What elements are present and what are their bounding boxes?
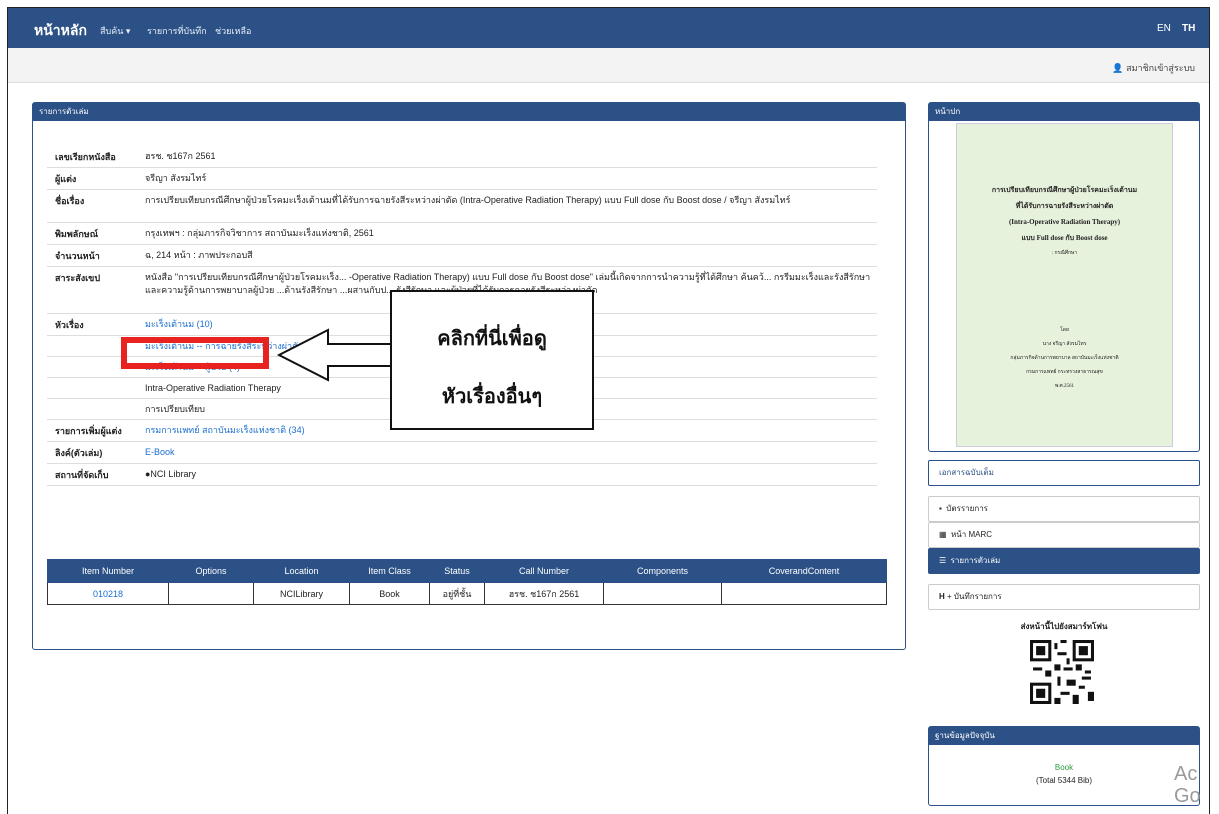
col-header: Item Number [47,559,169,583]
home-link[interactable]: หน้าหลัก [34,20,87,42]
field-label: ผู้แต่ง [55,174,77,184]
field-label: จำนวนหน้า [55,251,100,261]
button-label: บัตรรายการ [946,504,988,513]
cover-author: โดย นาง จรีญา สังรมไทร กลุ่มภารกิจด้านกา… [957,324,1172,394]
field-value: กรุงเทพฯ : กลุ่มภารกิจวิชาการ สถาบันมะเร… [145,228,374,238]
field-label: ชื่อเรื่อง [55,196,85,206]
marc-button[interactable]: ▦ หน้า MARC [928,522,1200,548]
lang-en-button[interactable]: EN [1157,23,1171,34]
cover-line: : กรณีศึกษา [1051,251,1078,256]
field-label: รายการเพิ่มผู้แต่ง [55,426,122,436]
callout-line2: หัวเรื่องอื่นๆ [441,386,543,408]
ebook-link[interactable]: E-Book [141,442,877,462]
field-label: ลิงค์(ตัวเล่ม) [55,448,103,458]
cover-line: แบบ Full dose กับ Boost dose [1021,234,1108,242]
login-link[interactable]: 👤 สมาชิกเข้าสู่ระบบ [1112,61,1195,75]
table-cell: NCILibrary [253,582,350,605]
field-label: เลขเรียกหนังสือ [55,152,116,162]
callout-box: คลิกที่นี่เพื่อดู หัวเรื่องอื่นๆ [390,290,594,430]
items-table: Item Number Options Location Item Class … [47,559,887,605]
col-header: Item Class [349,559,430,583]
qr-code-icon[interactable] [1030,640,1094,704]
field-value: จรีญา สังรมไทร์ [145,173,207,183]
table-cell [168,582,254,605]
nav-search-menu[interactable]: สืบค้น ▾ [100,24,130,38]
save-record-button[interactable]: H + บันทึกรายการ [928,584,1200,610]
cover-line: กรมการแพทย์ กระทรวงสาธารณสุข [1026,370,1103,375]
col-header: Call Number [484,559,604,583]
table-cell: Book [349,582,430,605]
table-row: 010218 NCILibrary Book อยู่ที่ชั้น ฮรช. … [47,582,887,605]
button-label: รายการตัวเล่ม [950,556,1001,565]
cover-line: โดย [1060,328,1069,333]
callout-arrow [276,328,398,382]
item-number-link[interactable]: 010218 [47,582,169,605]
fulltext-label: เอกสารฉบับเต็ม [939,468,994,477]
cover-title: การเปรียบเทียบกรณีศึกษาผู้ป่วยโรคมะเร็งเ… [957,182,1172,262]
cover-panel: หน้าปก การเปรียบเทียบกรณีศึกษาผู้ป่วยโรค… [928,102,1200,452]
table-cell: ฮรช. ช167ก 2561 [484,582,604,605]
cover-line: นาง จรีญา สังรมไทร [1042,342,1087,347]
col-header: Components [603,559,722,583]
button-label: + บันทึกรายการ [947,592,1002,601]
cover-line: กลุ่มภารกิจด้านการพยาบาล สถาบันมะเร็งแห่… [1010,356,1119,361]
record-row-title: ชื่อเรื่อง การเปรียบเทียบกรณีศึกษาผู้ป่ว… [47,190,877,223]
col-header: Location [253,559,350,583]
col-header: CoverandContent [721,559,887,583]
field-value: การเปรียบเทียบกรณีศึกษาผู้ป่วยโรคมะเร็งเ… [145,195,791,205]
list-icon: ☰ [939,556,947,565]
table-cell [603,582,722,605]
database-panel-header: ฐานข้อมูลปัจจุบัน [929,727,1199,745]
cover-line: การเปรียบเทียบกรณีศึกษาผู้ป่วยโรคมะเร็งเ… [991,186,1138,194]
callout-line1: คลิกที่นี่เพื่อดู [437,328,547,350]
location-value: ●NCI Library [145,469,196,479]
card-icon: ▪ [939,504,942,513]
marc-icon: ▦ [939,530,947,539]
record-panel-header: รายการตัวเล่ม [33,103,905,121]
field-label: สถานที่จัดเก็บ [55,470,109,480]
cover-line: พ.ศ.2561 [1055,384,1074,389]
db-type-link[interactable]: Book [929,763,1199,772]
database-panel: ฐานข้อมูลปัจจุบัน Book (Total 5344 Bib) [928,726,1200,806]
record-row-location: สถานที่จัดเก็บ ●NCI Library [47,464,877,486]
record-row-author: ผู้แต่ง จรีญา สังรมไทร์ [47,168,877,190]
field-label: พิมพลักษณ์ [55,229,99,239]
items-button[interactable]: ☰ รายการตัวเล่ม [928,548,1200,574]
activation-watermark: Ac Go [1174,763,1201,807]
db-total: (Total 5344 Bib) [1035,776,1093,785]
table-cell: อยู่ที่ชั้น [429,582,485,605]
items-table-header: Item Number Options Location Item Class … [47,559,887,583]
field-value: ฮรช. ช167ก 2561 [145,151,216,161]
fulltext-button[interactable]: เอกสารฉบับเต็ม [928,460,1200,486]
col-header: Options [168,559,254,583]
cover-line: ที่ได้รับการฉายรังสีระหว่างผ่าตัด [1015,202,1114,210]
highlight-box [121,337,269,369]
button-label: หน้า MARC [951,530,993,539]
send-to-phone-label: ส่งหน้านี้ไปยังสมาร์ทโฟน [1020,622,1108,631]
cover-line: (Intra-Operative Radiation Therapy) [1008,218,1121,226]
sub-bar: 👤 สมาชิกเข้าสู่ระบบ [8,48,1209,83]
record-row-callno: เลขเรียกหนังสือ ฮรช. ช167ก 2561 [47,146,877,168]
save-icon: H [939,592,945,601]
user-icon: 👤 [1112,63,1124,73]
table-cell [721,582,887,605]
record-row-link: ลิงค์(ตัวเล่ม) E-Book [47,442,877,464]
browser-frame: หน้าหลัก สืบค้น ▾ รายการที่บันทึก ช่วยเห… [7,7,1210,814]
col-header: Status [429,559,485,583]
top-navbar: หน้าหลัก สืบค้น ▾ รายการที่บันทึก ช่วยเห… [8,8,1209,48]
cover-image: การเปรียบเทียบกรณีศึกษาผู้ป่วยโรคมะเร็งเ… [956,123,1173,447]
lang-th-button[interactable]: TH [1182,23,1195,34]
record-row-imprint: พิมพลักษณ์ กรุงเทพฯ : กลุ่มภารกิจวิชาการ… [47,223,877,245]
catalog-card-button[interactable]: ▪ บัตรรายการ [928,496,1200,522]
nav-saved-items[interactable]: รายการที่บันทึก [147,24,207,38]
record-row-pages: จำนวนหน้า ฉ, 214 หน้า : ภาพประกอบสี [47,245,877,267]
field-label: สาระสังเขป [55,273,101,283]
field-label: หัวเรื่อง [55,320,84,330]
nav-help[interactable]: ช่วยเหลือ [215,24,251,38]
login-label: สมาชิกเข้าสู่ระบบ [1126,63,1195,73]
field-value: ฉ, 214 หน้า : ภาพประกอบสี [145,250,253,260]
cover-panel-header: หน้าปก [929,103,1199,121]
